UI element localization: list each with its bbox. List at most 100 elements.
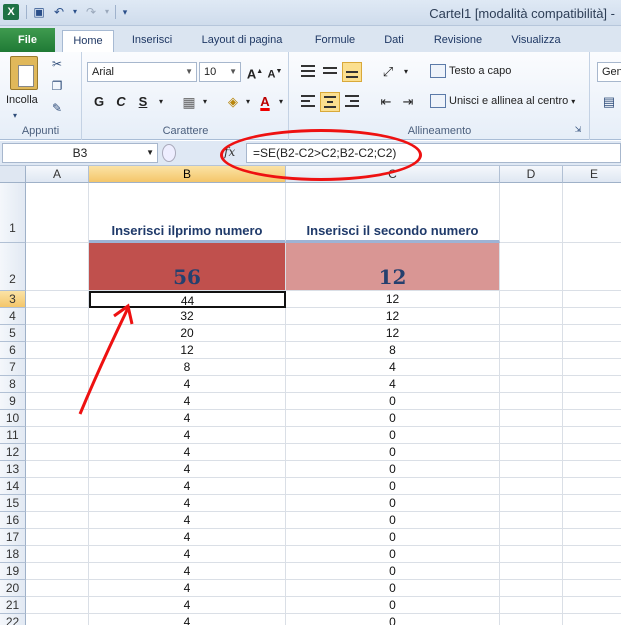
customize-qat-icon[interactable]: ▾ [120, 4, 130, 20]
row-header[interactable]: 14 [0, 478, 26, 495]
cell-c[interactable]: 0 [286, 614, 500, 625]
cell-e1[interactable] [563, 183, 621, 243]
dialog-launcher-icon[interactable]: ⇲ [569, 122, 587, 138]
grow-font-icon[interactable]: A▲ [245, 62, 265, 82]
decrease-indent-icon[interactable]: ⇤ [376, 92, 396, 112]
cell-a[interactable] [26, 614, 89, 625]
cell-a[interactable] [26, 359, 89, 376]
cell-a[interactable] [26, 461, 89, 478]
cell-e[interactable] [563, 325, 621, 342]
cell-e[interactable] [563, 614, 621, 625]
tab-inserisci[interactable]: Inserisci [122, 30, 182, 52]
align-top-icon[interactable] [298, 62, 318, 82]
cell-d[interactable] [500, 478, 563, 495]
cell-d[interactable] [500, 563, 563, 580]
cell-d[interactable] [500, 308, 563, 325]
cell-a[interactable] [26, 597, 89, 614]
cell-c[interactable]: 12 [286, 325, 500, 342]
borders-dropdown-icon[interactable]: ▾ [195, 92, 215, 112]
tab-formule[interactable]: Formule [302, 30, 368, 52]
cell-c[interactable]: 0 [286, 529, 500, 546]
row-header[interactable]: 20 [0, 580, 26, 597]
cell-e[interactable] [563, 546, 621, 563]
cell-b[interactable]: 4 [89, 580, 286, 597]
cell-c[interactable]: 0 [286, 563, 500, 580]
cell-a[interactable] [26, 291, 89, 308]
row-header[interactable]: 17 [0, 529, 26, 546]
cell-c1[interactable]: Inserisci il secondo numero [286, 183, 500, 243]
row-header[interactable]: 21 [0, 597, 26, 614]
tab-layout[interactable]: Layout di pagina [192, 30, 292, 52]
font-size-combo[interactable]: 10 ▼ [199, 62, 241, 82]
cell-b2[interactable]: 56 [89, 243, 286, 291]
cell-d[interactable] [500, 614, 563, 625]
cell-e[interactable] [563, 444, 621, 461]
cell-a[interactable] [26, 325, 89, 342]
row-header[interactable]: 12 [0, 444, 26, 461]
column-header-e[interactable]: E [563, 166, 621, 183]
cell-d[interactable] [500, 444, 563, 461]
cell-b[interactable]: 4 [89, 614, 286, 625]
cell-e[interactable] [563, 529, 621, 546]
wrap-text-button[interactable]: Testo a capo [430, 64, 511, 78]
cell-a[interactable] [26, 427, 89, 444]
cell-d[interactable] [500, 529, 563, 546]
italic-button[interactable]: C [111, 92, 131, 112]
cell-b[interactable]: 4 [89, 563, 286, 580]
cell-c[interactable]: 0 [286, 580, 500, 597]
align-middle-icon[interactable] [320, 62, 340, 82]
save-icon[interactable]: ▣ [31, 4, 47, 20]
cell-d[interactable] [500, 461, 563, 478]
column-header-c[interactable]: C [286, 166, 500, 183]
row-header[interactable]: 18 [0, 546, 26, 563]
cell-c[interactable]: 8 [286, 342, 500, 359]
merge-center-button[interactable]: Unisci e allinea al centro ▾ [430, 94, 575, 108]
cell-e[interactable] [563, 291, 621, 308]
cell-a[interactable] [26, 376, 89, 393]
cell-c[interactable]: 4 [286, 359, 500, 376]
cell-b[interactable]: 8 [89, 359, 286, 376]
cell-d[interactable] [500, 410, 563, 427]
cell-e[interactable] [563, 342, 621, 359]
orientation-dropdown-icon[interactable]: ▾ [396, 62, 416, 82]
cell-b[interactable]: 20 [89, 325, 286, 342]
cell-d[interactable] [500, 512, 563, 529]
cell-b[interactable]: 4 [89, 461, 286, 478]
tab-revisione[interactable]: Revisione [424, 30, 492, 52]
cell-c[interactable]: 12 [286, 308, 500, 325]
cell-b[interactable]: 4 [89, 427, 286, 444]
cell-b[interactable]: 4 [89, 529, 286, 546]
font-name-combo[interactable]: Arial ▼ [87, 62, 197, 82]
cell-e[interactable] [563, 393, 621, 410]
cell-d[interactable] [500, 597, 563, 614]
cell-e[interactable] [563, 461, 621, 478]
cell-d[interactable] [500, 325, 563, 342]
cell-c[interactable]: 4 [286, 376, 500, 393]
cell-c[interactable]: 0 [286, 546, 500, 563]
row-header[interactable]: 3 [0, 291, 26, 308]
paste-icon[interactable] [10, 56, 38, 90]
cell-a[interactable] [26, 308, 89, 325]
redo-icon[interactable]: ↷ [83, 4, 99, 20]
cell-b[interactable]: 4 [89, 376, 286, 393]
underline-button[interactable]: S [133, 92, 153, 112]
cell-d2[interactable] [500, 243, 563, 291]
cell-c[interactable]: 0 [286, 427, 500, 444]
tab-home[interactable]: Home [62, 30, 114, 52]
cell-a[interactable] [26, 342, 89, 359]
cell-e[interactable] [563, 308, 621, 325]
cell-a[interactable] [26, 410, 89, 427]
excel-app-icon[interactable]: X [3, 4, 19, 20]
cell-d[interactable] [500, 376, 563, 393]
row-header[interactable]: 19 [0, 563, 26, 580]
column-header-d[interactable]: D [500, 166, 563, 183]
cut-icon[interactable]: ✂ [48, 56, 66, 72]
cell-a[interactable] [26, 478, 89, 495]
bold-button[interactable]: G [89, 92, 109, 112]
cell-e[interactable] [563, 410, 621, 427]
cell-d[interactable] [500, 546, 563, 563]
cell-e[interactable] [563, 427, 621, 444]
row-header[interactable]: 15 [0, 495, 26, 512]
cell-d[interactable] [500, 427, 563, 444]
cell-e[interactable] [563, 376, 621, 393]
